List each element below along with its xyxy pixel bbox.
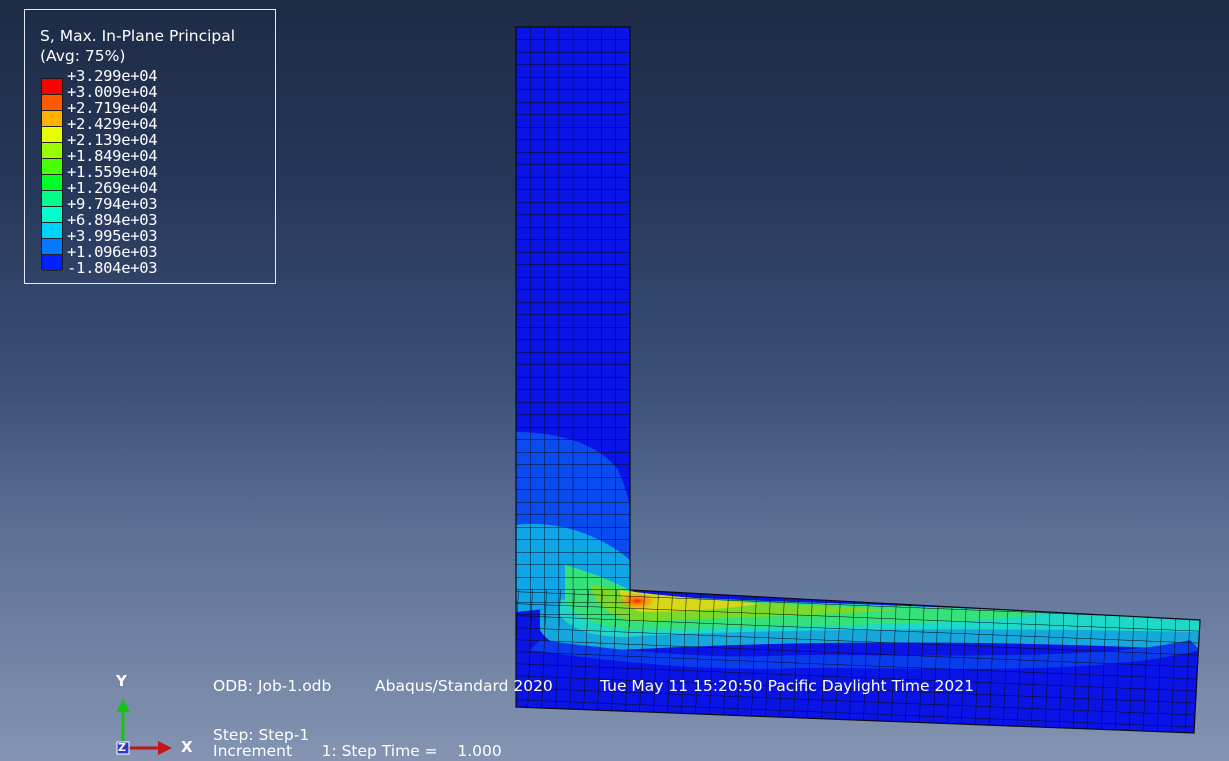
stress-contour bbox=[516, 27, 1200, 733]
y-axis-label: Y bbox=[116, 672, 127, 690]
increment-info: Increment 1: Step Time = 1.000 bbox=[213, 742, 502, 760]
odb-info: ODB: Job-1.odb bbox=[213, 677, 332, 695]
z-axis-label: Z bbox=[118, 741, 126, 754]
x-axis-label: X bbox=[181, 738, 193, 756]
viewport[interactable]: S, Max. In-Plane Principal (Avg: 75%) +3… bbox=[0, 0, 1229, 761]
date-info: Tue May 11 15:20:50 Pacific Daylight Tim… bbox=[600, 677, 974, 695]
solver-info: Abaqus/Standard 2020 bbox=[375, 677, 553, 695]
model-contour-plot[interactable] bbox=[0, 0, 1229, 761]
